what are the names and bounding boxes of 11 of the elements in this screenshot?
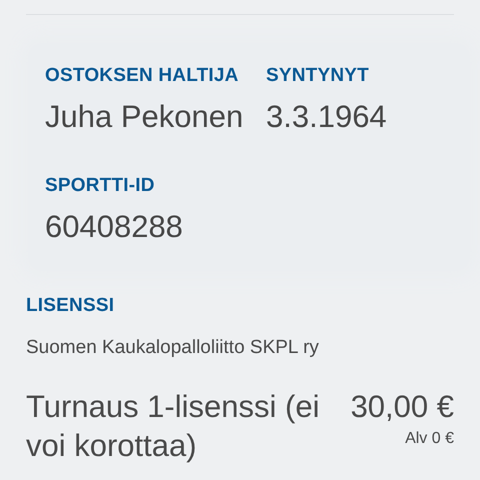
field-label: OSTOKSEN HALTIJA [45,65,240,88]
product-name: Turnaus 1-lisenssi (ei voi korottaa) [26,388,320,466]
field-value: 60408288 [45,208,184,245]
section-label: LISENSSI [26,294,116,318]
field-label: SYNTYNYT [266,65,370,88]
product-price: 30,00 € [350,388,454,426]
field-value: Juha Pekonen [45,98,244,135]
field-value: 3.3.1964 [266,98,388,135]
organization-name: Suomen Kaukalopalloliitto SKPL ry [26,336,320,360]
field-label: SPORTTI-ID [45,174,156,198]
vat-amount: Alv 0 € [405,429,454,450]
